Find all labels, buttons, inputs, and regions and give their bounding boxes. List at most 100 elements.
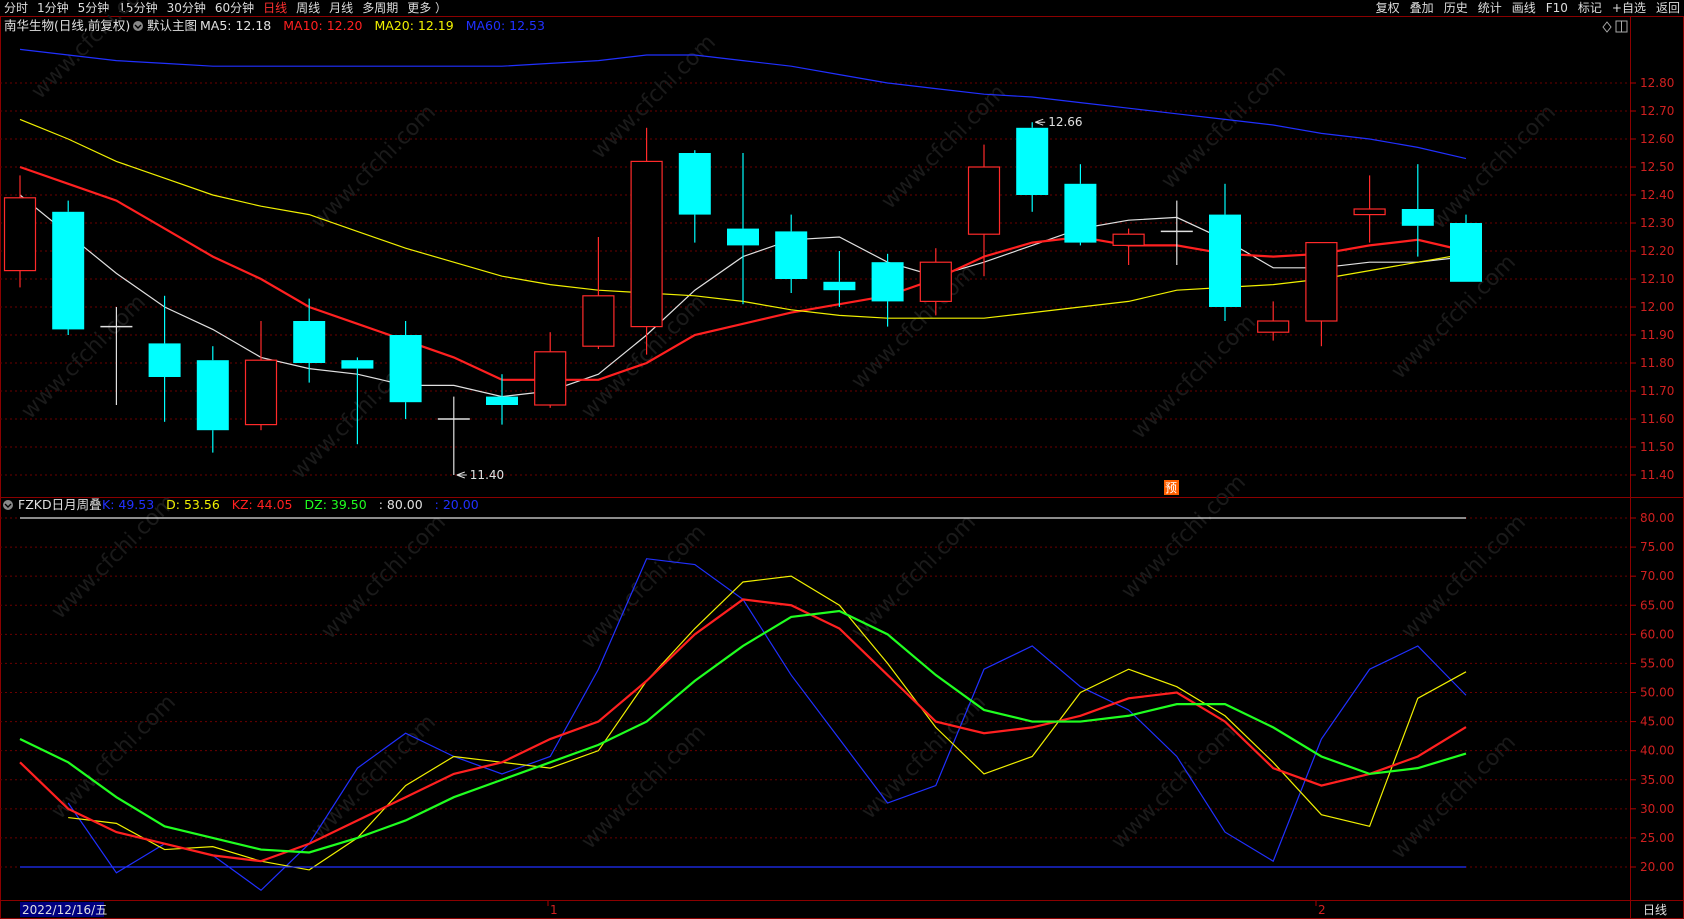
candle [1353, 175, 1386, 243]
candle [678, 150, 711, 243]
indicator-tick-12: 20.00 [1640, 860, 1674, 874]
legend-item-1: MA10: 12.20 [283, 18, 362, 33]
indicator-axis: 80.00 75.00 70.00 65.00 60.00 55.00 50.00 45.00… [1630, 511, 1674, 874]
indicator-tick-7: 45.00 [1640, 715, 1674, 729]
price-tick-14: 11.40 [1640, 468, 1674, 482]
arrow-icon [1035, 118, 1046, 126]
stock-title: 南华生物(日线,前复权) [4, 18, 130, 33]
watermark-text: www.cfchi.com [317, 510, 451, 644]
price-tick-7: 12.10 [1640, 272, 1674, 286]
price-tick-9: 11.90 [1640, 328, 1674, 342]
candle [389, 321, 422, 419]
indicator-line-DZ [19, 609, 1467, 854]
candlesticks [3, 122, 1482, 475]
candle [582, 237, 615, 349]
price-tick-0: 12.80 [1640, 76, 1674, 90]
indicator-grid [0, 517, 1630, 868]
indicator-lines [19, 517, 1467, 892]
price-axis: 12.80 12.70 12.60 12.50 12.40 12.30 12.20 12.10… [1630, 76, 1674, 482]
template-selector[interactable]: 默认主图 [133, 18, 197, 33]
indicator-tick-5: 55.00 [1640, 656, 1674, 670]
price-tick-11: 11.70 [1640, 384, 1674, 398]
low-price-label: 11.40 [470, 468, 504, 482]
candle [967, 144, 1001, 277]
month-mark-1: 2 [1318, 903, 1326, 917]
legend-item-2: MA20: 12.19 [374, 18, 453, 33]
indicator-tick-6: 50.00 [1640, 686, 1674, 700]
watermark-text: www.cfchi.com [47, 690, 181, 824]
annotations: 12.66 11.40 预 [456, 115, 1179, 495]
indicator-tick-8: 40.00 [1640, 744, 1674, 758]
legend-item-0: K: 49.53 [102, 497, 154, 512]
price-tick-5: 12.30 [1640, 216, 1674, 230]
window-controls [1602, 20, 1628, 33]
price-tick-1: 12.70 [1640, 104, 1674, 118]
legend-item-5: : 20.00 [435, 497, 479, 512]
candle [1016, 122, 1049, 212]
candle [196, 346, 229, 453]
candle [486, 374, 518, 425]
candle [52, 200, 85, 335]
indicator-tick-1: 75.00 [1640, 540, 1674, 554]
template-label: 默认主图 [147, 18, 197, 33]
indicator-selector[interactable]: FZKD日月周叠 [3, 497, 102, 512]
watermark-text: www.cfchi.com [1107, 720, 1241, 854]
chart-frame [0, 16, 1684, 919]
watermark-text: www.cfchi.com [577, 720, 711, 854]
candle [1064, 164, 1097, 246]
watermark-text: www.cfchi.com [587, 30, 721, 164]
time-axis-marks: 12 [547, 901, 1326, 917]
candle [1209, 183, 1241, 321]
watermark-text: www.cfchi.com [847, 260, 981, 394]
indicator-tick-4: 60.00 [1640, 627, 1674, 641]
chevron-down-icon [3, 500, 13, 510]
indicator-tick-0: 80.00 [1640, 511, 1674, 525]
legend-item-3: MA60: 12.53 [466, 18, 545, 33]
ma-legend: MA5: 12.18 MA10: 12.20 MA20: 12.19 MA60: 12… [200, 18, 545, 33]
candle [1305, 242, 1338, 347]
legend-item-3: DZ: 39.50 [305, 497, 367, 512]
candle [3, 175, 37, 288]
legend-item-4: : 80.00 [379, 497, 423, 512]
candle [148, 295, 181, 422]
indicator-title: FZKD日月周叠 [18, 497, 102, 512]
candle [1257, 301, 1290, 341]
forecast-badge-label: 预 [1165, 481, 1177, 495]
indicator-tick-10: 30.00 [1640, 802, 1674, 816]
price-tick-4: 12.40 [1640, 188, 1674, 202]
candle [1160, 200, 1193, 265]
candle [437, 396, 470, 475]
price-tick-3: 12.50 [1640, 160, 1674, 174]
arrow-icon [456, 471, 467, 479]
chevron-down-icon [133, 21, 143, 31]
candle [630, 127, 663, 355]
watermark-text: www.cfchi.com [1127, 310, 1261, 444]
indicator-line-D [68, 575, 1467, 871]
candle [244, 321, 278, 431]
price-tick-13: 11.50 [1640, 440, 1674, 454]
period-label: 日线 [1643, 903, 1667, 917]
price-tick-12: 11.60 [1640, 412, 1674, 426]
watermark-text: www.cfchi.com [1387, 730, 1521, 864]
price-tick-2: 12.60 [1640, 132, 1674, 146]
price-tick-6: 12.20 [1640, 244, 1674, 258]
indicator-tick-9: 35.00 [1640, 773, 1674, 787]
indicator-tick-3: 65.00 [1640, 598, 1674, 612]
indicator-line-KZ [19, 598, 1467, 863]
candle [871, 253, 904, 327]
watermark-text: www.cfchi.com [1397, 510, 1531, 644]
watermark: www.cfchi.com www.cfchi.com www.cfchi.com w… [17, 0, 1561, 864]
candle [1112, 228, 1145, 265]
legend-item-0: MA5: 12.18 [200, 18, 271, 33]
indicator-tick-2: 70.00 [1640, 569, 1674, 583]
legend-item-1: D: 53.56 [166, 497, 220, 512]
price-tick-10: 11.80 [1640, 356, 1674, 370]
price-tick-8: 12.00 [1640, 300, 1674, 314]
indicator-line-K [67, 558, 1467, 892]
chart-area: 12.80 12.70 12.60 12.50 12.40 12.30 12.20 12.10… [0, 0, 1684, 919]
diamond-icon[interactable] [1602, 21, 1612, 33]
date-label: 2022/12/16/五 [22, 903, 107, 917]
high-price-label: 12.66 [1048, 115, 1082, 129]
candle [1450, 214, 1482, 282]
candle [534, 332, 567, 408]
